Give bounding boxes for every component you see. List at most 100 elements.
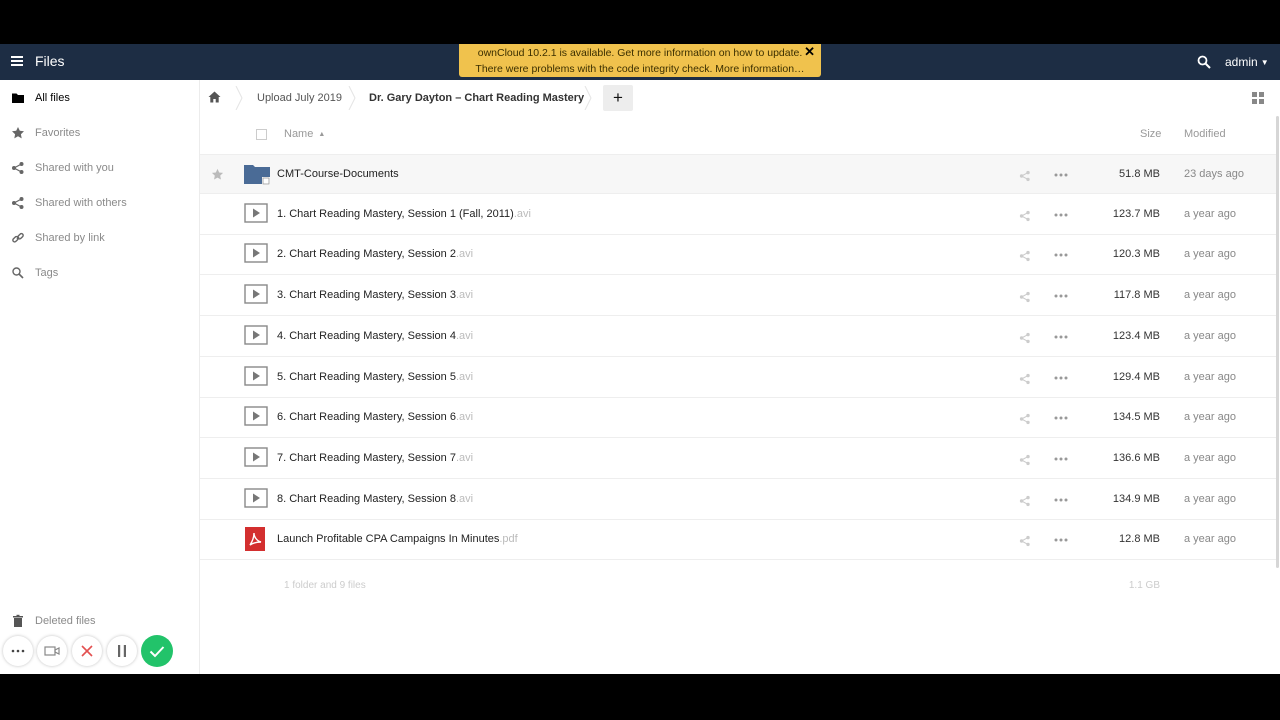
- share-icon[interactable]: [1019, 291, 1031, 303]
- scrollbar[interactable]: [1276, 116, 1279, 568]
- file-row[interactable]: 5. Chart Reading Mastery, Session 5.avi 1…: [200, 358, 1276, 398]
- more-actions-icon[interactable]: [1054, 494, 1068, 506]
- file-size: 117.8 MB: [1113, 289, 1160, 302]
- share-icon[interactable]: [1019, 170, 1031, 182]
- app-title[interactable]: Files: [35, 53, 65, 69]
- file-name[interactable]: 8. Chart Reading Mastery, Session 8.avi: [277, 493, 473, 505]
- file-row[interactable]: 1. Chart Reading Mastery, Session 1 (Fal…: [200, 195, 1276, 235]
- file-row[interactable]: 4. Chart Reading Mastery, Session 4.avi 1…: [200, 317, 1276, 357]
- breadcrumb-item[interactable]: Upload July 2019: [257, 80, 342, 116]
- more-actions-icon[interactable]: [1054, 169, 1068, 181]
- more-actions-icon[interactable]: [1054, 372, 1068, 384]
- file-row[interactable]: 2. Chart Reading Mastery, Session 2.avi 1…: [200, 235, 1276, 276]
- column-name-label: Name: [284, 128, 314, 140]
- file-extension: .pdf: [499, 533, 518, 546]
- file-extension: .avi: [513, 207, 531, 220]
- cancel-button[interactable]: [72, 636, 102, 666]
- share-icon[interactable]: [1019, 454, 1031, 466]
- sidebar-item-label: Favorites: [35, 127, 81, 139]
- file-size: 120.3 MB: [1112, 248, 1160, 261]
- file-name[interactable]: Launch Profitable CPA Campaigns In Minut…: [277, 533, 518, 545]
- file-name[interactable]: 5. Chart Reading Mastery, Session 5.avi: [277, 371, 473, 383]
- sidebar-item-shared-by-link[interactable]: Shared by link: [0, 223, 199, 253]
- share-icon[interactable]: [1019, 332, 1031, 344]
- more-options-button[interactable]: [3, 636, 33, 666]
- notification-update-text[interactable]: ownCloud 10.2.1 is available. Get more i…: [459, 45, 821, 61]
- sidebar-item-deleted-files[interactable]: Deleted files: [0, 606, 199, 636]
- breadcrumb-current[interactable]: Dr. Gary Dayton – Chart Reading Mastery: [369, 80, 584, 116]
- file-modified: 23 days ago: [1184, 168, 1244, 180]
- column-header-name[interactable]: Name ▲: [284, 128, 325, 140]
- file-size: 136.6 MB: [1112, 451, 1160, 464]
- tag-icon: [12, 267, 24, 279]
- more-actions-icon[interactable]: [1054, 249, 1068, 261]
- sidebar-item-favorites[interactable]: Favorites: [0, 118, 199, 148]
- file-size: 123.7 MB: [1112, 207, 1160, 220]
- file-row[interactable]: Launch Profitable CPA Campaigns In Minut…: [200, 520, 1276, 561]
- share-icon[interactable]: [1019, 495, 1031, 507]
- more-actions-icon[interactable]: [1054, 331, 1068, 343]
- more-actions-icon[interactable]: [1054, 453, 1068, 465]
- file-row[interactable]: 8. Chart Reading Mastery, Session 8.avi 1…: [200, 480, 1276, 520]
- close-icon[interactable]: ✕: [804, 44, 815, 60]
- camera-button[interactable]: [37, 636, 67, 666]
- file-row[interactable]: 3. Chart Reading Mastery, Session 3.avi 1…: [200, 276, 1276, 317]
- more-actions-icon[interactable]: [1054, 412, 1068, 424]
- favorite-star-icon[interactable]: [211, 168, 224, 181]
- sidebar-item-label: Shared by link: [35, 232, 105, 244]
- column-header-modified[interactable]: Modified: [1184, 128, 1226, 140]
- file-extension: .avi: [455, 329, 474, 342]
- notification-integrity-text[interactable]: There were problems with the code integr…: [459, 61, 821, 77]
- folder-row[interactable]: CMT-Course-Documents 51.8 MB 23 days ago: [200, 154, 1276, 194]
- file-name[interactable]: 6. Chart Reading Mastery, Session 6.avi: [277, 411, 473, 423]
- file-name[interactable]: 1. Chart Reading Mastery, Session 1 (Fal…: [277, 208, 531, 220]
- share-icon[interactable]: [1019, 250, 1031, 262]
- sidebar-item-shared-with-you[interactable]: Shared with you: [0, 153, 199, 183]
- file-name[interactable]: 7. Chart Reading Mastery, Session 7.avi: [277, 452, 473, 464]
- more-actions-icon[interactable]: [1054, 290, 1068, 302]
- file-modified: a year ago: [1184, 533, 1236, 546]
- caret-down-icon: ▼: [1260, 58, 1269, 67]
- share-icon[interactable]: [1019, 535, 1031, 547]
- column-header-size[interactable]: Size: [1140, 128, 1161, 140]
- file-basename: 8. Chart Reading Mastery, Session 8: [277, 492, 456, 505]
- home-icon[interactable]: [208, 91, 221, 103]
- file-modified: a year ago: [1184, 492, 1236, 505]
- file-size: 12.8 MB: [1119, 533, 1160, 546]
- sidebar-item-all-files[interactable]: All files: [0, 83, 199, 113]
- file-modified: a year ago: [1184, 370, 1236, 383]
- file-extension: .avi: [455, 492, 474, 505]
- more-actions-icon[interactable]: [1054, 209, 1068, 221]
- file-basename: 4. Chart Reading Mastery, Session 4: [277, 329, 456, 342]
- confirm-button[interactable]: [141, 635, 173, 667]
- file-basename: 6. Chart Reading Mastery, Session 6: [277, 411, 456, 424]
- search-icon[interactable]: [1197, 55, 1211, 69]
- file-modified: a year ago: [1184, 329, 1236, 342]
- star-icon: [12, 127, 24, 139]
- file-name[interactable]: 4. Chart Reading Mastery, Session 4.avi: [277, 330, 473, 342]
- sidebar-item-label: All files: [35, 92, 70, 104]
- video-file-icon: [244, 284, 268, 304]
- share-icon[interactable]: [1019, 373, 1031, 385]
- pdf-file-icon: [245, 527, 265, 552]
- share-icon[interactable]: [1019, 413, 1031, 425]
- share-icon[interactable]: [1019, 210, 1031, 222]
- user-menu[interactable]: admin ▼: [1225, 55, 1269, 69]
- menu-icon[interactable]: [11, 56, 23, 66]
- file-row[interactable]: 6. Chart Reading Mastery, Session 6.avi 1…: [200, 398, 1276, 439]
- file-row[interactable]: 7. Chart Reading Mastery, Session 7.avi 1…: [200, 439, 1276, 479]
- sidebar-item-tags[interactable]: Tags: [0, 258, 199, 288]
- sidebar-item-shared-with-others[interactable]: Shared with others: [0, 188, 199, 218]
- grid-view-icon[interactable]: [1252, 92, 1264, 104]
- pause-button[interactable]: [107, 636, 137, 666]
- file-extension: .avi: [455, 411, 474, 424]
- select-all-checkbox[interactable]: [256, 129, 267, 140]
- sidebar-item-label: Shared with others: [35, 197, 127, 209]
- file-extension: .avi: [455, 370, 474, 383]
- file-name[interactable]: CMT-Course-Documents: [277, 168, 399, 180]
- sidebar-item-label: Deleted files: [35, 615, 96, 627]
- new-file-button[interactable]: +: [603, 85, 633, 111]
- more-actions-icon[interactable]: [1054, 534, 1068, 546]
- file-name[interactable]: 3. Chart Reading Mastery, Session 3.avi: [277, 289, 473, 301]
- file-name[interactable]: 2. Chart Reading Mastery, Session 2.avi: [277, 248, 473, 260]
